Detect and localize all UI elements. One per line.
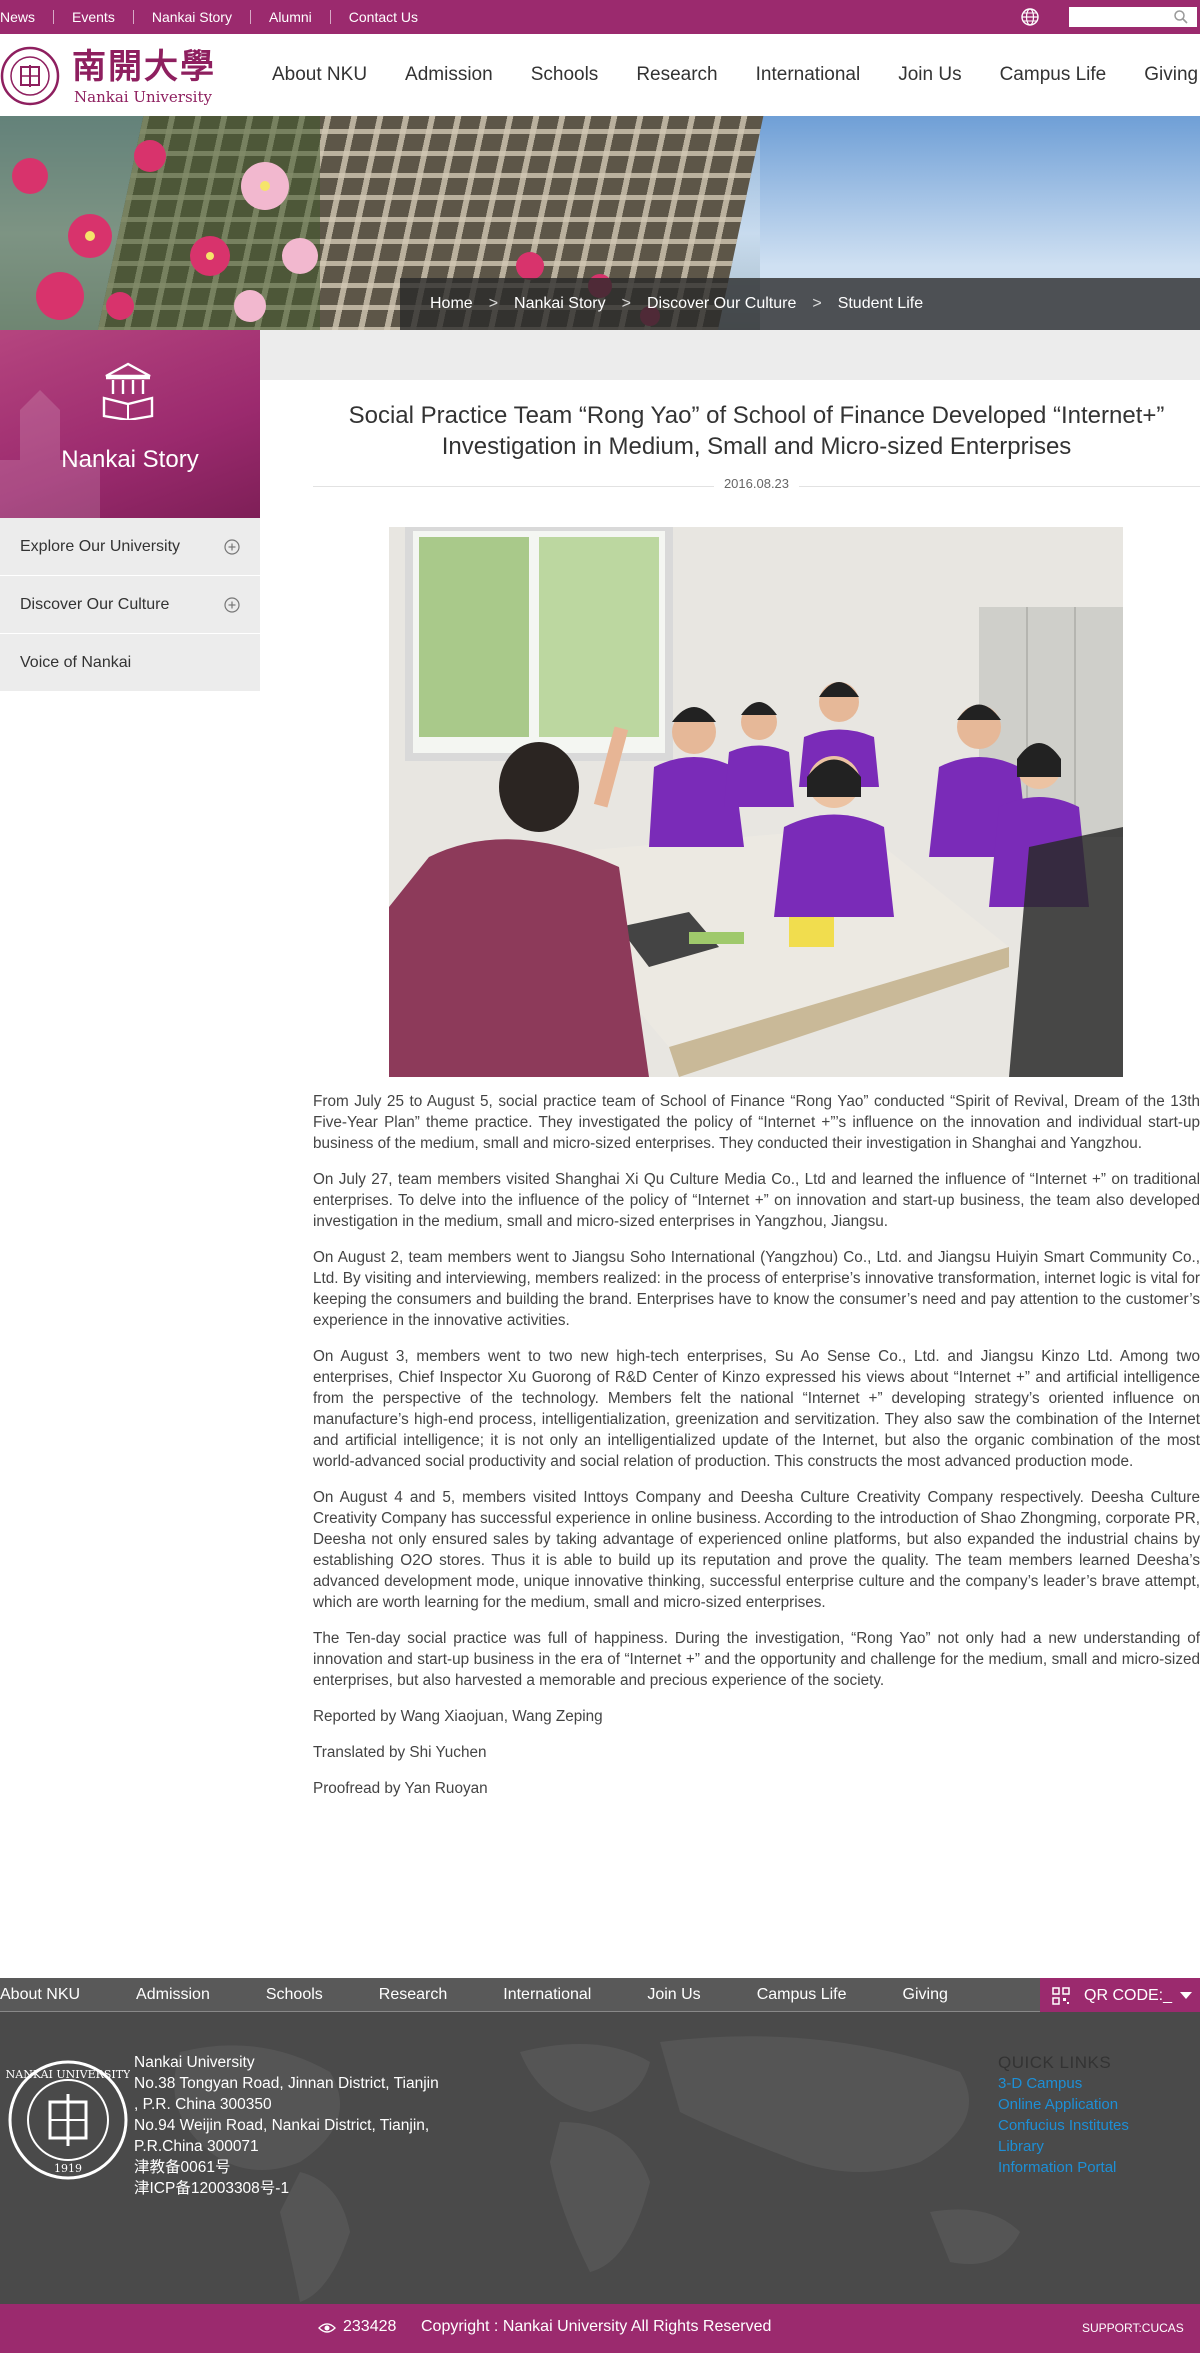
footer-nav-giving[interactable]: Giving	[903, 1986, 948, 2004]
breadcrumb: Home > Nankai Story > Discover Our Cultu…	[400, 278, 1200, 330]
university-seal-icon	[0, 46, 60, 106]
footer-navigation: About NKU Admission Schools Research Int…	[0, 1978, 1200, 2012]
logo-english-name: Nankai University	[74, 88, 212, 106]
address-line: 津教备0061号	[134, 2159, 231, 2176]
article-credit-reporter: Reported by Wang Xiaojuan, Wang Zeping	[313, 1708, 603, 1725]
sidebar-item-voice-of-nankai[interactable]: Voice of Nankai	[0, 634, 260, 692]
article-title: Social Practice Team “Rong Yao” of Schoo…	[348, 402, 1165, 460]
breadcrumb-student-life[interactable]: Student Life	[838, 295, 923, 313]
sidebar-menu: Explore Our University Discover Our Cult…	[0, 518, 260, 692]
footer-nav-schools[interactable]: Schools	[266, 1986, 323, 2004]
utility-link-news[interactable]: News	[0, 10, 55, 24]
utility-link-nankai-story[interactable]: Nankai Story	[134, 10, 251, 24]
footer-address: Nankai University No.38 Tongyan Road, Ji…	[134, 2052, 439, 2199]
sidebar-item-label: Voice of Nankai	[20, 653, 132, 671]
nav-campus-life[interactable]: Campus Life	[1000, 64, 1107, 86]
quick-link-online-application[interactable]: Online Application	[998, 2094, 1129, 2115]
quick-links: QUICK LINKS 3-D Campus Online Applicatio…	[998, 2052, 1129, 2178]
utility-link-events[interactable]: Events	[54, 10, 134, 24]
quick-links-title: QUICK LINKS	[998, 2053, 1112, 2072]
footer-university-seal-icon: NANKAI UNIVERSITY 1919	[6, 2060, 130, 2180]
sidebar-item-label: Discover Our Culture	[20, 595, 170, 613]
qr-code-label: QR CODE:_	[1084, 1987, 1173, 2004]
article-body: From July 25 to August 5, social practic…	[313, 1091, 1200, 1814]
nav-admission[interactable]: Admission	[405, 64, 493, 86]
address-line: No.94 Weijin Road, Nankai District, Tian…	[134, 2117, 430, 2134]
copyright-text: Copyright : Nankai University All Rights…	[421, 2318, 772, 2335]
breadcrumb-separator: >	[621, 295, 631, 312]
article-date-text: 2016.08.23	[713, 476, 800, 491]
sidebar-item-discover-culture[interactable]: Discover Our Culture	[0, 576, 260, 634]
article-credit-proofreader: Proofread by Yan Ruoyan	[313, 1780, 488, 1797]
expand-plus-icon[interactable]	[224, 539, 240, 555]
qr-code-icon	[1052, 1987, 1070, 2005]
article-paragraph: From July 25 to August 5, social practic…	[313, 1093, 1200, 1152]
top-utility-bar: News Events Nankai Story Alumni Contact …	[0, 0, 1200, 34]
sidebar-title: Nankai Story	[61, 446, 199, 473]
visit-counter: 233428	[343, 2318, 397, 2335]
address-line: Nankai University	[134, 2054, 255, 2071]
eye-icon	[318, 2323, 336, 2333]
footer-nav-campus-life[interactable]: Campus Life	[757, 1986, 847, 2004]
svg-text:NANKAI UNIVERSITY: NANKAI UNIVERSITY	[6, 2068, 130, 2081]
article-paragraph: On July 27, team members visited Shangha…	[313, 1171, 1200, 1230]
sidebar-item-label: Explore Our University	[20, 537, 181, 555]
quick-link-information-portal[interactable]: Information Portal	[998, 2157, 1129, 2178]
footer-nav-admission[interactable]: Admission	[136, 1986, 210, 2004]
quick-link-3d-campus[interactable]: 3-D Campus	[998, 2073, 1129, 2094]
copyright-bar: 233428 Copyright : Nankai University All…	[0, 2304, 1200, 2353]
article-date: 2016.08.23	[313, 476, 1200, 491]
sidebar-header: Nankai Story	[0, 330, 260, 518]
quick-link-library[interactable]: Library	[998, 2136, 1129, 2157]
breadcrumb-home[interactable]: Home	[430, 295, 473, 313]
support-credit[interactable]: SUPPORT:CUCAS	[1082, 2321, 1184, 2335]
globe-icon[interactable]	[1020, 7, 1040, 27]
qr-code-toggle[interactable]: QR CODE:_	[1040, 1978, 1200, 2014]
address-line: , P.R. China 300350	[134, 2096, 272, 2113]
article-paragraph: On August 4 and 5, members visited Intto…	[313, 1489, 1200, 1611]
sidebar-item-explore-university[interactable]: Explore Our University	[0, 518, 260, 576]
utility-link-contact-us[interactable]: Contact Us	[331, 10, 436, 24]
article-photo	[389, 527, 1123, 1077]
breadcrumb-discover-culture[interactable]: Discover Our Culture	[647, 295, 796, 313]
quick-link-confucius-institutes[interactable]: Confucius Institutes	[998, 2115, 1129, 2136]
utility-link-alumni[interactable]: Alumni	[251, 10, 331, 24]
hero-banner: Home > Nankai Story > Discover Our Cultu…	[0, 116, 1200, 330]
team-meeting-photo	[389, 527, 1123, 1077]
footer-nav-join-us[interactable]: Join Us	[647, 1986, 700, 2004]
article-paragraph: On August 3, members went to two new hig…	[313, 1348, 1200, 1470]
logo-chinese-name: 南開大學	[72, 47, 216, 87]
article-paragraph: The Ten-day social practice was full of …	[313, 1630, 1200, 1689]
nav-research[interactable]: Research	[636, 64, 717, 86]
expand-plus-icon[interactable]	[224, 597, 240, 613]
nav-join-us[interactable]: Join Us	[898, 64, 961, 86]
content-top-strip	[260, 330, 1200, 380]
address-line: 津ICP备12003308号-1	[134, 2180, 290, 2197]
nav-about-nku[interactable]: About NKU	[272, 64, 367, 86]
article-credit-translator: Translated by Shi Yuchen	[313, 1744, 487, 1761]
address-line: No.38 Tongyan Road, Jinnan District, Tia…	[134, 2075, 439, 2092]
footer-nav-about-nku[interactable]: About NKU	[0, 1986, 80, 2004]
nav-international[interactable]: International	[756, 64, 861, 86]
article-paragraph: On August 2, team members went to Jiangs…	[313, 1249, 1200, 1329]
site-header: 南開大學 Nankai University About NKU Admissi…	[0, 34, 1200, 116]
utility-links: News Events Nankai Story Alumni Contact …	[0, 0, 436, 34]
breadcrumb-separator: >	[488, 295, 499, 312]
nav-schools[interactable]: Schools	[531, 64, 599, 86]
footer-nav-items: About NKU Admission Schools Research Int…	[0, 1978, 948, 2012]
breadcrumb-separator: >	[812, 295, 822, 312]
nav-giving[interactable]: Giving	[1144, 64, 1198, 86]
search-icon[interactable]	[1173, 9, 1189, 25]
footer-nav-international[interactable]: International	[503, 1986, 591, 2004]
chevron-down-icon	[1180, 1992, 1192, 1999]
site-logo[interactable]: 南開大學 Nankai University	[0, 46, 220, 106]
breadcrumb-nankai-story[interactable]: Nankai Story	[514, 295, 606, 313]
main-navigation: About NKU Admission Schools Research Int…	[272, 34, 1200, 116]
footer-nav-research[interactable]: Research	[379, 1986, 447, 2004]
address-line: P.R.China 300071	[134, 2138, 259, 2155]
library-book-icon	[102, 362, 154, 420]
svg-text:1919: 1919	[54, 2162, 82, 2175]
